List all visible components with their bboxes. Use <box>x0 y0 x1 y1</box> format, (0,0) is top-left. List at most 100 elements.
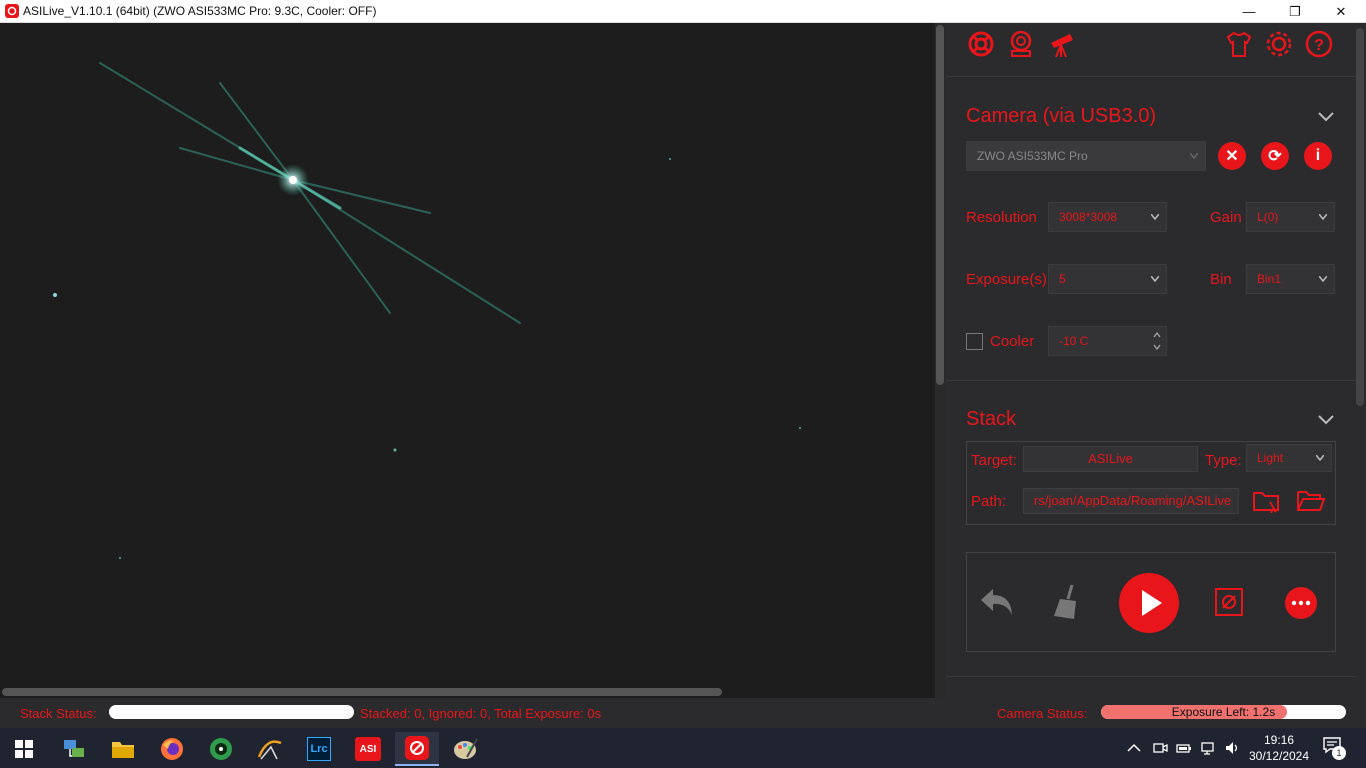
chevron-down-icon <box>1319 214 1327 220</box>
battery-icon[interactable] <box>1176 740 1192 756</box>
type-select[interactable]: Light <box>1246 444 1332 472</box>
star-field-image <box>0 23 946 698</box>
chevron-down-icon <box>1190 153 1198 159</box>
chevron-up-icon[interactable] <box>1126 740 1142 756</box>
exposure-value: 5 <box>1059 272 1066 286</box>
camera-device-value: ZWO ASI533MC Pro <box>977 149 1088 163</box>
camera-device-select[interactable]: ZWO ASI533MC Pro <box>966 141 1206 171</box>
camera-progress-bar: Exposure Left: 1.2s <box>1101 705 1346 719</box>
taskbar-lightroom[interactable]: Lrc <box>297 732 341 766</box>
chevron-down-icon <box>1316 455 1324 461</box>
horizontal-scrollbar-thumb[interactable] <box>2 688 722 696</box>
volume-icon[interactable] <box>1224 740 1240 756</box>
clock-date: 30/12/2024 <box>1248 749 1310 763</box>
windows-taskbar: Lrc ASI 19:16 30/12/2024 1 <box>0 728 1366 768</box>
asilive-link-icon[interactable] <box>1214 587 1244 617</box>
telescope-icon[interactable] <box>1046 29 1076 59</box>
lightroom-icon: Lrc <box>307 737 331 761</box>
asi-studio-icon: ASI <box>355 737 381 761</box>
window-title: ASILive_V1.10.1 (64bit) (ZWO ASI533MC Pr… <box>23 4 377 18</box>
help-icon[interactable]: ? <box>1304 29 1334 59</box>
start-button[interactable] <box>2 732 46 766</box>
taskbar-firefox[interactable] <box>150 732 194 766</box>
bin-select[interactable]: Bin1 <box>1246 264 1335 294</box>
vertical-scrollbar-thumb[interactable] <box>936 25 944 385</box>
camera-info-button[interactable]: i <box>1304 142 1332 170</box>
resolution-label: Resolution <box>966 209 1037 226</box>
camera-collapse-chevron-icon[interactable] <box>1318 112 1334 122</box>
cooler-checkbox[interactable] <box>966 333 983 350</box>
cooler-label: Cooler <box>990 333 1035 350</box>
notification-center-button[interactable]: 1 <box>1322 736 1346 760</box>
bin-value: Bin1 <box>1257 272 1282 286</box>
bin-label: Bin <box>1210 271 1232 288</box>
refresh-camera-button[interactable]: ⟳ <box>1261 142 1289 170</box>
firefox-icon <box>161 738 183 760</box>
panel-scrollbar-thumb[interactable] <box>1356 28 1364 406</box>
asilive-app-icon <box>5 4 19 18</box>
stack-section-title: Stack <box>966 408 1017 430</box>
camera-device-icon[interactable] <box>1006 29 1036 59</box>
gear-icon[interactable] <box>1264 29 1294 59</box>
undo-icon[interactable] <box>979 585 1015 619</box>
shirt-icon[interactable] <box>1224 29 1254 59</box>
type-label: Type: <box>1205 452 1242 469</box>
select-folder-icon[interactable] <box>1252 488 1282 514</box>
title-bar: ASILive_V1.10.1 (64bit) (ZWO ASI533MC Pr… <box>0 0 1366 23</box>
status-bar: Stack Status: Stacked: 0, Ignored: 0, To… <box>0 698 1366 728</box>
taskbar-sharpcap[interactable] <box>248 732 292 766</box>
section-divider <box>946 676 1356 677</box>
sharpcap-icon <box>257 740 282 760</box>
path-label: Path: <box>971 493 1007 510</box>
stack-status-label: Stack Status: <box>20 706 97 721</box>
exposure-select[interactable]: 5 <box>1048 264 1167 294</box>
taskbar-file-explorer[interactable] <box>101 732 145 766</box>
asilive-icon <box>405 736 429 760</box>
stack-collapse-chevron-icon[interactable] <box>1318 415 1334 425</box>
target-input[interactable]: ASILive <box>1023 446 1198 472</box>
resolution-value: 3008*3008 <box>1059 210 1118 224</box>
spin-arrows-icon[interactable] <box>1152 330 1162 352</box>
minimize-button[interactable]: — <box>1226 0 1272 23</box>
target-label: Target: <box>971 452 1017 469</box>
taskbar-asi-studio[interactable]: ASI <box>346 732 390 766</box>
paint-icon <box>454 738 478 759</box>
type-value: Light <box>1257 451 1284 465</box>
stack-info-text: Stacked: 0, Ignored: 0, Total Exposure: … <box>360 706 602 721</box>
disconnect-camera-button[interactable]: ✕ <box>1218 142 1246 170</box>
network-icon <box>64 740 84 757</box>
taskbar-asilive[interactable] <box>395 732 439 766</box>
image-preview[interactable] <box>0 23 946 698</box>
cooler-temp-spinbox[interactable]: -10 C <box>1048 326 1167 356</box>
path-input[interactable]: rs/joan/AppData/Roaming/ASILive <box>1023 488 1239 514</box>
meet-now-icon[interactable] <box>1152 740 1168 756</box>
stellarium-icon <box>210 738 232 760</box>
exposure-label: Exposure(s) <box>966 271 1047 288</box>
camera-status-label: Camera Status: <box>997 706 1088 721</box>
panel-toolbar: ? <box>946 23 1356 77</box>
gain-value: L(0) <box>1257 210 1279 224</box>
section-divider <box>946 380 1356 381</box>
chevron-down-icon <box>1319 276 1327 282</box>
maximize-button[interactable]: ❐ <box>1272 0 1318 23</box>
taskbar-paint[interactable] <box>444 732 488 766</box>
open-folder-icon[interactable] <box>1296 488 1326 514</box>
network-status-icon[interactable] <box>1200 740 1216 756</box>
chevron-down-icon <box>1151 214 1159 220</box>
resolution-select[interactable]: 3008*3008 <box>1048 202 1167 232</box>
taskbar-clock[interactable]: 19:16 30/12/2024 <box>1244 732 1314 764</box>
broom-clear-icon[interactable] <box>1050 583 1086 621</box>
control-panel: ? Camera (via USB3.0) ZWO ASI533MC Pro ✕… <box>946 23 1366 698</box>
start-stack-play-button[interactable] <box>1118 572 1180 634</box>
close-button[interactable]: ✕ <box>1318 0 1364 23</box>
gain-select[interactable]: L(0) <box>1246 202 1335 232</box>
file-explorer-icon <box>112 742 134 758</box>
svg-text:?: ? <box>1314 37 1324 54</box>
more-options-icon[interactable] <box>1285 587 1317 619</box>
chevron-down-icon <box>1151 276 1159 282</box>
lifebuoy-icon[interactable] <box>966 29 996 59</box>
clock-time: 19:16 <box>1263 733 1295 747</box>
taskbar-stellarium[interactable] <box>199 732 243 766</box>
cooler-temp-value: -10 C <box>1059 334 1089 348</box>
taskbar-network-app[interactable] <box>52 732 96 766</box>
